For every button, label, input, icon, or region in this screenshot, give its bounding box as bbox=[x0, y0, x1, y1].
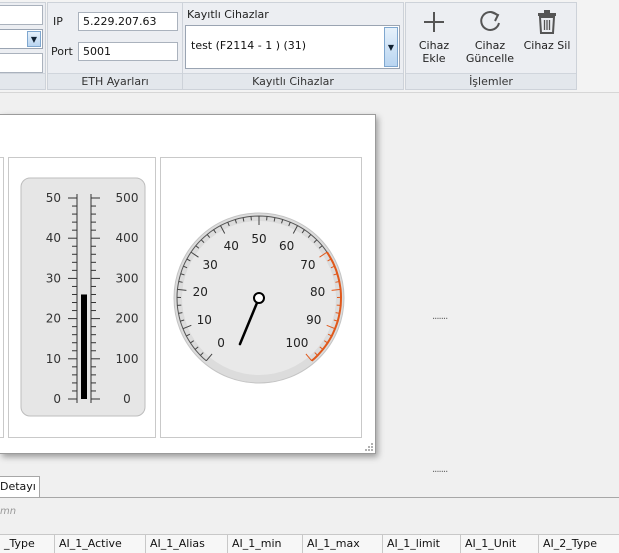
splitter-grip-horizontal[interactable]: ······· bbox=[432, 467, 447, 478]
dial-gauge: 0 10 20 30 40 50 60 70 80 90 100 bbox=[161, 158, 363, 439]
thermometer-left-label: 40 bbox=[46, 231, 61, 245]
thermometer-right-label: 300 bbox=[116, 271, 139, 285]
actions-group: Cihaz Ekle Cihaz Güncelle Cihaz bbox=[405, 2, 577, 90]
device-select-value: test (F2114 - 1 ) (31) bbox=[191, 39, 306, 52]
actions-group-label: İşlemler bbox=[406, 73, 576, 89]
plus-icon bbox=[406, 5, 462, 39]
add-device-button[interactable]: Cihaz Ekle bbox=[406, 5, 462, 71]
chevron-down-icon[interactable]: ▼ bbox=[384, 27, 398, 67]
update-device-button[interactable]: Cihaz Güncelle bbox=[462, 5, 518, 71]
column-header[interactable]: AI_1_limit bbox=[383, 535, 461, 553]
thermometer-level-bar bbox=[81, 294, 87, 399]
thermometer-left-label: 0 bbox=[53, 392, 61, 406]
column-header[interactable]: AI_2_Type bbox=[539, 535, 619, 553]
registered-devices-group-label: Kayıtlı Cihazlar bbox=[183, 73, 403, 89]
left-combo[interactable]: ▼ bbox=[0, 29, 43, 49]
resize-grip-icon[interactable] bbox=[365, 443, 374, 452]
delete-device-button[interactable]: Cihaz Sil bbox=[519, 5, 575, 71]
port-label: Port bbox=[51, 45, 73, 58]
thermometer-left-label: 30 bbox=[46, 271, 61, 285]
thermometer-left-label: 50 bbox=[46, 191, 61, 205]
grid-header: _Type AI_1_Active AI_1_Alias AI_1_min AI… bbox=[0, 534, 619, 553]
dial-scale-label: 90 bbox=[306, 313, 321, 327]
dial-scale-label: 80 bbox=[310, 285, 325, 299]
thermometer-gauge: 504030201005004003002001000 bbox=[9, 158, 157, 439]
tab-divider bbox=[0, 497, 619, 498]
delete-device-label: Cihaz Sil bbox=[519, 39, 575, 52]
splitter-grip-vertical[interactable]: ······· bbox=[432, 314, 447, 325]
ip-label: IP bbox=[53, 15, 63, 28]
thermometer-right-label: 200 bbox=[116, 312, 139, 326]
column-header[interactable]: AI_1_max bbox=[303, 535, 383, 553]
update-device-label-1: Cihaz bbox=[462, 39, 518, 52]
ip-field[interactable]: 5.229.207.63 bbox=[78, 12, 178, 31]
add-device-label: Cihaz Ekle bbox=[406, 39, 462, 65]
port-field[interactable]: 5001 bbox=[78, 42, 178, 61]
dial-needle-hub bbox=[254, 293, 264, 303]
left-panel-edge bbox=[0, 157, 4, 438]
thermometer-right-label: 100 bbox=[116, 352, 139, 366]
thermometer-right-label: 400 bbox=[116, 231, 139, 245]
dial-scale-label: 20 bbox=[193, 285, 208, 299]
tab-detail[interactable]: Detayı bbox=[0, 476, 40, 498]
dial-scale-label: 30 bbox=[202, 258, 217, 272]
device-select[interactable]: test (F2114 - 1 ) (31) ▼ bbox=[185, 25, 400, 69]
dial-scale-label: 50 bbox=[251, 232, 266, 246]
update-device-label-2: Güncelle bbox=[462, 52, 518, 65]
group-by-column-hint: mn bbox=[0, 506, 16, 517]
registered-devices-group: Kayıtlı Cihazlar test (F2114 - 1 ) (31) … bbox=[182, 2, 404, 90]
registered-devices-header: Kayıtlı Cihazlar bbox=[187, 8, 269, 21]
dial-scale-label: 40 bbox=[224, 239, 239, 253]
dial-scale-label: 100 bbox=[285, 336, 308, 350]
thermometer-right-label: 0 bbox=[123, 392, 131, 406]
column-header[interactable]: AI_1_min bbox=[228, 535, 303, 553]
column-header[interactable]: _Type bbox=[0, 535, 55, 553]
eth-settings-group: IP 5.229.207.63 Port 5001 ETH Ayarları bbox=[47, 2, 183, 90]
dial-scale-label: 60 bbox=[279, 239, 294, 253]
trash-icon bbox=[519, 5, 575, 39]
thermometer-right-label: 500 bbox=[116, 191, 139, 205]
connection-group-label bbox=[0, 73, 45, 89]
thermometer-panel: 504030201005004003002001000 bbox=[8, 157, 156, 438]
left-field-bottom[interactable] bbox=[0, 53, 43, 73]
ribbon: ▼ IP 5.229.207.63 Port 5001 ETH Ayarları… bbox=[0, 0, 619, 93]
thermometer-left-label: 10 bbox=[46, 352, 61, 366]
column-header[interactable]: AI_1_Active bbox=[55, 535, 146, 553]
column-header[interactable]: AI_1_Unit bbox=[461, 535, 539, 553]
chevron-down-icon[interactable]: ▼ bbox=[27, 31, 41, 47]
device-view-window: 504030201005004003002001000 010203040506… bbox=[0, 114, 376, 454]
eth-group-label: ETH Ayarları bbox=[48, 73, 182, 89]
thermometer-left-label: 20 bbox=[46, 312, 61, 326]
dial-scale-label: 0 bbox=[217, 336, 225, 350]
left-field-top[interactable] bbox=[0, 5, 43, 25]
connection-group: ▼ bbox=[0, 2, 46, 90]
refresh-icon bbox=[462, 5, 518, 39]
dial-panel: 0 10 20 30 40 50 60 70 80 90 100 bbox=[160, 157, 362, 438]
dial-scale-label: 10 bbox=[197, 313, 212, 327]
dial-scale-label: 70 bbox=[300, 258, 315, 272]
column-header[interactable]: AI_1_Alias bbox=[146, 535, 228, 553]
